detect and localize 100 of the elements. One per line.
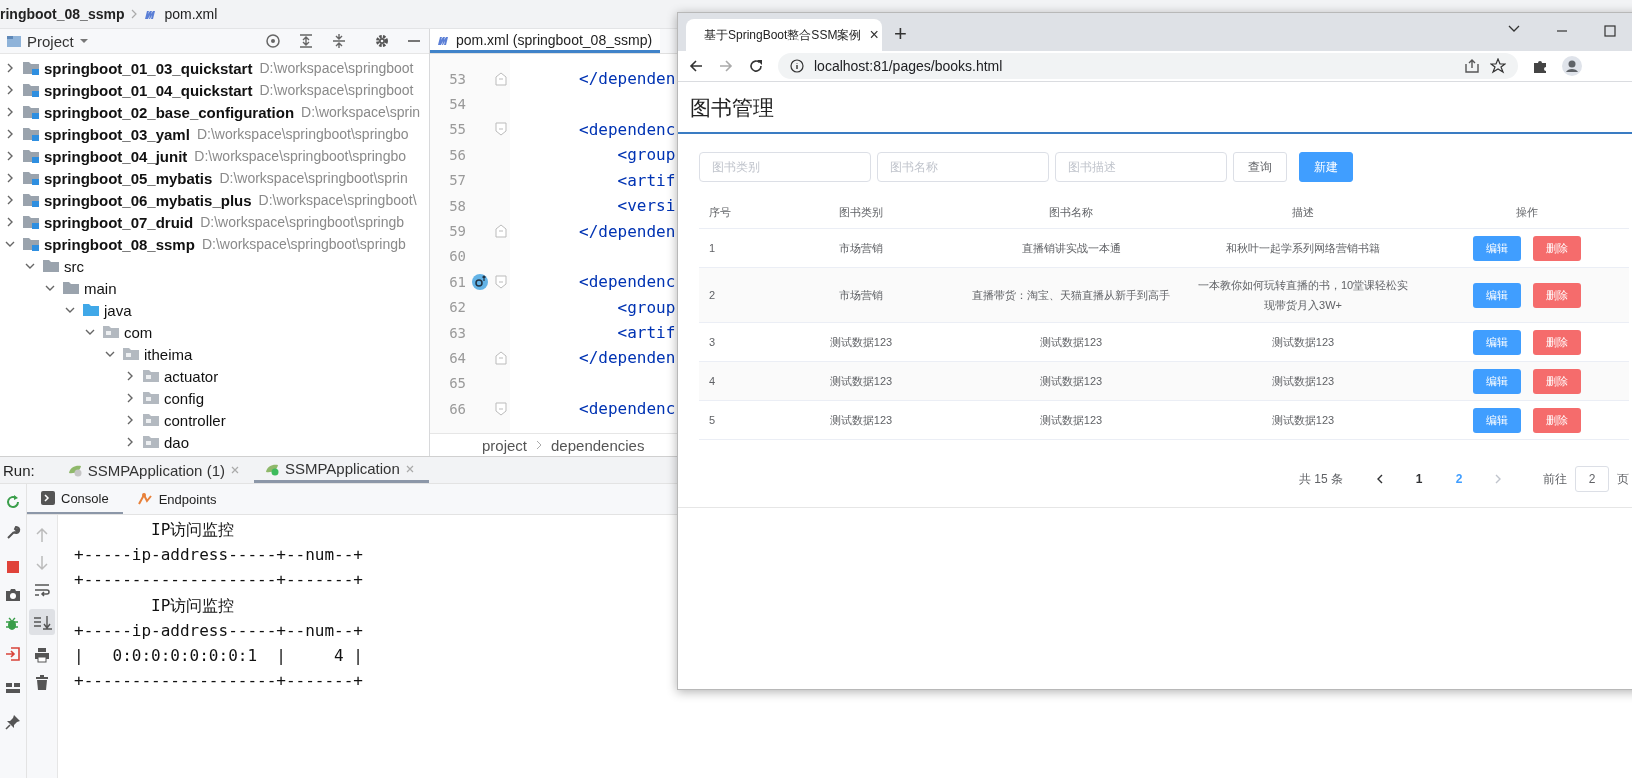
- project-icon: [6, 34, 22, 48]
- fold-marker-icon[interactable]: [495, 401, 507, 416]
- package-icon: [102, 325, 120, 339]
- filter-field[interactable]: 图书描述: [1055, 152, 1227, 182]
- star-icon[interactable]: [1490, 58, 1506, 74]
- folder-icon: [62, 281, 80, 295]
- close-tab-button[interactable]: ×: [869, 26, 879, 44]
- tree-item[interactable]: com: [124, 323, 153, 341]
- package-icon: [142, 391, 160, 405]
- puzzle-icon[interactable]: [1532, 58, 1548, 74]
- table-cell-text: 5: [709, 413, 716, 428]
- soft-wrap-icon[interactable]: [34, 583, 50, 597]
- tree-item[interactable]: config: [164, 389, 205, 407]
- breadcrumb-item[interactable]: dependencies: [551, 436, 645, 454]
- panel-title[interactable]: Project: [27, 32, 74, 50]
- package-icon: [142, 413, 160, 427]
- filter-field[interactable]: 图书类别: [699, 152, 871, 182]
- breadcrumb-item[interactable]: project: [482, 436, 528, 454]
- fold-marker-icon[interactable]: [495, 351, 507, 365]
- line-number: 65: [448, 375, 466, 392]
- bug-icon[interactable]: [5, 616, 21, 632]
- table-cell-text: 市场营销: [839, 241, 883, 256]
- caret-icon[interactable]: [78, 37, 89, 45]
- scroll-to-end-icon[interactable]: [29, 609, 55, 635]
- back-icon[interactable]: [688, 58, 704, 74]
- tree-item[interactable]: springboot_02_base_configuration: [44, 103, 295, 121]
- fold-marker-icon[interactable]: [495, 71, 507, 86]
- fold-marker-icon[interactable]: [495, 122, 507, 137]
- code-line: <group: [616, 145, 676, 165]
- tree-item[interactable]: springboot_01_04_quickstart: [44, 81, 253, 99]
- page-jump-field[interactable]: 2: [1575, 466, 1609, 492]
- share-icon[interactable]: [1464, 58, 1480, 74]
- run-tab[interactable]: SSMPApplication (1): [56, 457, 254, 483]
- console-line: +--------------------+-------+: [74, 569, 363, 592]
- maximize-icon[interactable]: [1604, 25, 1616, 37]
- editor-tab[interactable]: pom.xml (springboot_08_ssmp): [430, 29, 661, 53]
- run-label: Run:: [2, 460, 36, 481]
- table-cell-text: 一本教你如何玩转直播的书，10堂课轻松实现带货月入3W+: [1197, 278, 1409, 313]
- tree-item[interactable]: main: [84, 279, 117, 297]
- tree-item[interactable]: springboot_03_yaml: [44, 125, 190, 143]
- folder-icon: [42, 259, 60, 273]
- module-icon: [22, 193, 40, 207]
- line-number: 55: [448, 121, 466, 138]
- tree-item[interactable]: springboot_04_junit: [44, 147, 188, 165]
- console-tab[interactable]: Endpoints: [122, 484, 231, 514]
- stop-icon[interactable]: [6, 560, 20, 574]
- exit-icon[interactable]: [5, 646, 21, 662]
- tree-item[interactable]: springboot_05_mybatis: [44, 169, 213, 187]
- module-path: D:\workspace\springboot\springbo: [194, 148, 406, 164]
- table-cell-text: 1: [709, 241, 716, 256]
- code-line: </dependen: [579, 348, 676, 368]
- layout-icon[interactable]: [5, 682, 21, 694]
- tree-item[interactable]: springboot_06_mybatis_plus: [44, 191, 252, 209]
- settings-icon[interactable]: [374, 33, 390, 49]
- tree-item[interactable]: springboot_01_03_quickstart: [44, 59, 253, 77]
- profile-icon[interactable]: [1562, 56, 1582, 76]
- line-number: 54: [448, 96, 466, 113]
- wrench-icon[interactable]: [5, 524, 21, 540]
- page-number[interactable]: 1: [1409, 472, 1429, 486]
- table-cell-text: 4: [709, 374, 716, 389]
- tree-item[interactable]: actuator: [164, 367, 219, 385]
- filter-field[interactable]: 图书名称: [877, 152, 1049, 182]
- module-path: D:\workspace\sprin: [301, 104, 421, 120]
- module-path: D:\workspace\springboot: [259, 82, 414, 98]
- new-tab-button[interactable]: +: [894, 21, 907, 47]
- module-icon: [22, 105, 40, 119]
- package-icon: [122, 347, 140, 361]
- previous-page-icon[interactable]: [1375, 473, 1385, 485]
- query-button[interactable]: 查询: [1233, 152, 1287, 182]
- tree-item[interactable]: itheima: [144, 345, 193, 363]
- print-icon[interactable]: [34, 647, 50, 663]
- pin-icon[interactable]: [5, 714, 21, 730]
- table-cell-text: 2: [709, 288, 716, 303]
- breadcrumb-item[interactable]: pom.xml: [164, 6, 218, 22]
- line-number: 56: [448, 146, 466, 163]
- locate-icon[interactable]: [265, 33, 281, 49]
- tree-item[interactable]: controller: [164, 411, 226, 429]
- camera-icon[interactable]: [5, 588, 21, 602]
- tree-item[interactable]: java: [104, 301, 132, 319]
- expand-all-icon[interactable]: [298, 33, 314, 49]
- jump-label: 前往: [1543, 470, 1567, 488]
- trash-icon[interactable]: [35, 675, 49, 691]
- tree-item[interactable]: springboot_07_druid: [44, 213, 194, 231]
- console-tab[interactable]: Console: [27, 484, 123, 514]
- rerun-icon[interactable]: [5, 494, 21, 510]
- browser-tab[interactable]: 基于SpringBoot整合SSM案例 ×: [686, 19, 882, 51]
- fold-marker-icon[interactable]: [495, 274, 507, 289]
- total-count: 共 15 条: [1299, 470, 1343, 488]
- line-number: 64: [448, 350, 466, 366]
- info-icon[interactable]: [790, 59, 804, 73]
- breadcrumb-item[interactable]: ringboot_08_ssmp: [0, 6, 125, 22]
- module-icon: [22, 61, 40, 75]
- tree-item[interactable]: src: [64, 257, 84, 275]
- tree-item[interactable]: dao: [164, 433, 190, 451]
- collapse-all-icon[interactable]: [331, 33, 347, 49]
- tree-item[interactable]: springboot_08_ssmp: [44, 235, 195, 253]
- reload-icon[interactable]: [748, 58, 764, 74]
- fold-marker-icon[interactable]: [495, 224, 507, 239]
- address-bar[interactable]: localhost:81/pages/books.html: [778, 53, 1518, 79]
- column-header: 图书类别: [838, 204, 884, 220]
